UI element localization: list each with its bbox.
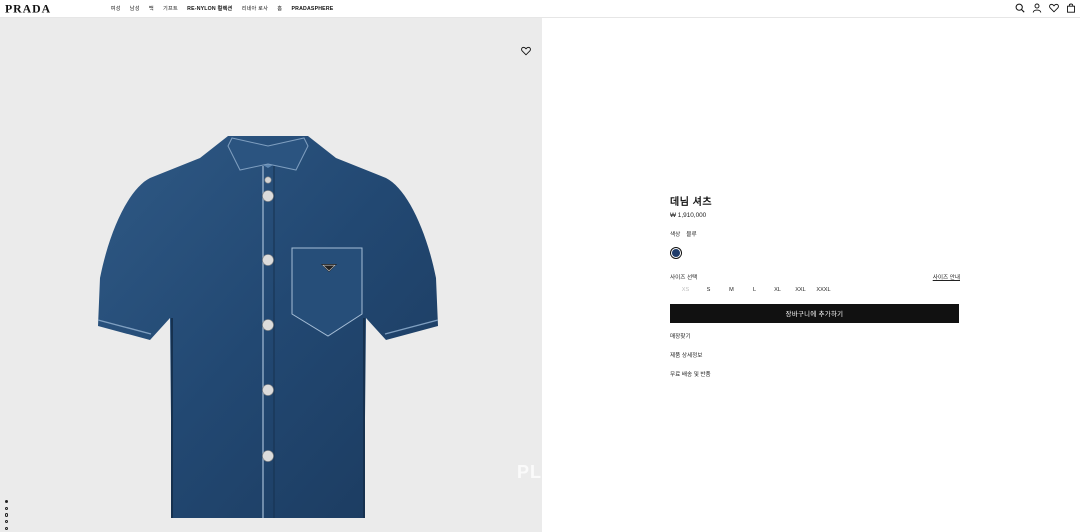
product-image <box>97 136 439 518</box>
slide-dot[interactable] <box>5 513 9 517</box>
slide-dot[interactable] <box>5 526 9 530</box>
slide-dot[interactable] <box>5 520 9 524</box>
watermark-text: PL <box>517 462 542 482</box>
product-details: 데님 셔츠 ₩ 1,910,000 색상 블루 사이즈 선택 사이즈 안내 XS… <box>670 190 960 378</box>
size-option[interactable]: M <box>720 287 743 293</box>
nav-pradasphere[interactable]: PRADASPHERE <box>287 6 338 12</box>
size-option[interactable]: XS <box>674 287 697 293</box>
color-label: 색상 <box>670 232 681 238</box>
store-locator-link[interactable]: 매장찾기 <box>670 332 960 340</box>
size-option[interactable]: XXXL <box>812 287 835 293</box>
nav-gifts[interactable]: 기프트 <box>158 5 182 12</box>
nav-home[interactable]: 홈 <box>273 5 287 12</box>
slide-dot[interactable] <box>5 506 9 510</box>
color-swatch-selected[interactable] <box>670 247 682 259</box>
nav-linea-rossa[interactable]: 리네아 로사 <box>237 5 273 12</box>
nav-re-nylon[interactable]: RE-NYLON 컬렉션 <box>183 5 237 12</box>
product-price: ₩ 1,910,000 <box>670 212 707 219</box>
color-row: 색상 블루 <box>670 230 960 238</box>
add-to-cart-button[interactable]: 장바구니에 추가하기 <box>670 304 959 323</box>
shipping-returns-link[interactable]: 무료 배송 및 반품 <box>670 370 960 378</box>
size-guide-link[interactable]: 사이즈 안내 <box>933 273 960 281</box>
slide-dot[interactable] <box>5 500 9 504</box>
color-value: 블루 <box>686 232 697 238</box>
site-header: PRADA 여성 남성 백 기프트 RE-NYLON 컬렉션 리네아 로사 홈 … <box>0 0 1080 18</box>
size-header: 사이즈 선택 사이즈 안내 <box>670 273 960 281</box>
wishlist-icon[interactable] <box>1049 3 1059 13</box>
prada-logo[interactable]: PRADA <box>5 3 59 14</box>
main-nav: 여성 남성 백 기프트 RE-NYLON 컬렉션 리네아 로사 홈 PRADAS… <box>106 0 338 17</box>
nav-women[interactable]: 여성 <box>106 5 125 12</box>
size-options: XS S M L XL XXL XXXL <box>670 287 960 293</box>
size-label: 사이즈 선택 <box>670 275 698 281</box>
header-icons <box>1015 3 1076 13</box>
color-swatch <box>672 249 680 257</box>
nav-men[interactable]: 남성 <box>125 5 144 12</box>
search-icon[interactable] <box>1015 3 1025 13</box>
product-details-link[interactable]: 제품 상세정보 <box>670 351 960 359</box>
size-option[interactable]: XXL <box>789 287 812 293</box>
size-option[interactable]: S <box>697 287 720 293</box>
size-option[interactable]: XL <box>766 287 789 293</box>
product-title: 데님 셔츠 <box>670 197 713 208</box>
svg-text:PRADA: PRADA <box>5 3 51 14</box>
account-icon[interactable] <box>1032 3 1042 13</box>
product-gallery[interactable]: PL <box>0 18 542 532</box>
heart-icon[interactable] <box>521 46 531 56</box>
nav-bags[interactable]: 백 <box>144 5 158 12</box>
size-option[interactable]: L <box>743 287 766 293</box>
bag-icon[interactable] <box>1066 3 1076 13</box>
gallery-pagination <box>5 500 9 530</box>
